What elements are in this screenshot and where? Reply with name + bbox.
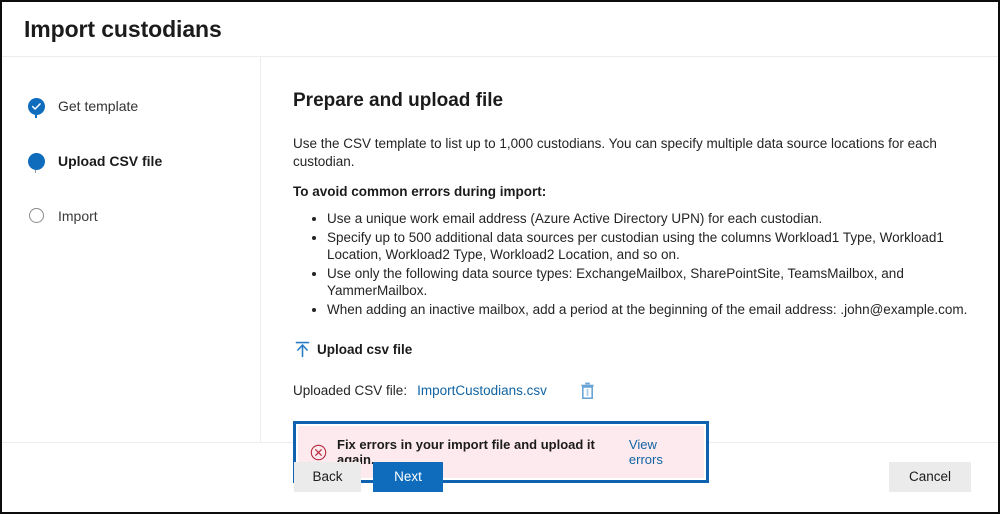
list-item: Use only the following data source types… (327, 265, 968, 300)
step-label-get-template: Get template (58, 98, 139, 114)
stepper: Get template Upload CSV file Import (2, 97, 260, 229)
step-upload-csv-file[interactable]: Upload CSV file (27, 152, 260, 207)
check-circle-icon (27, 98, 45, 115)
list-item: Specify up to 500 additional data source… (327, 229, 968, 264)
footer-left-actions: Back Next (294, 461, 443, 492)
step-marker-upcoming (27, 207, 45, 223)
page-title: Import custodians (24, 15, 222, 42)
upload-csv-file-label: Upload csv file (317, 342, 413, 357)
step-connector (35, 170, 36, 173)
step-marker-current (27, 152, 45, 173)
empty-circle-icon (28, 208, 44, 223)
back-button[interactable]: Back (294, 461, 361, 492)
trash-icon[interactable] (580, 382, 595, 399)
uploaded-file-row: Uploaded CSV file: ImportCustodians.csv (293, 382, 968, 399)
step-label-import: Import (58, 208, 98, 224)
main-content: Prepare and upload file Use the CSV temp… (261, 57, 998, 483)
intro-paragraph: Use the CSV template to list up to 1,000… (293, 136, 937, 169)
step-connector (35, 115, 37, 118)
uploaded-file-label: Uploaded CSV file: (293, 383, 408, 398)
wizard-sidebar: Get template Upload CSV file Import (2, 57, 261, 442)
step-marker-completed (27, 97, 45, 118)
tips-list: Use a unique work email address (Azure A… (293, 210, 968, 318)
upload-csv-file-button[interactable]: Upload csv file (293, 340, 412, 359)
list-item: Use a unique work email address (Azure A… (327, 210, 968, 228)
next-button[interactable]: Next (373, 461, 443, 492)
uploaded-file-link[interactable]: ImportCustodians.csv (417, 383, 547, 398)
filled-circle-icon (27, 153, 45, 170)
step-label-upload-csv-file: Upload CSV file (58, 153, 163, 169)
window-header: Import custodians (2, 2, 998, 57)
body-area: Get template Upload CSV file Import Prep… (2, 57, 998, 483)
view-errors-link[interactable]: View errors (629, 437, 692, 467)
list-item: When adding an inactive mailbox, add a p… (327, 301, 968, 319)
step-import[interactable]: Import (27, 207, 260, 229)
footer-right-actions: Cancel (889, 461, 971, 492)
error-circle-x-icon (310, 444, 327, 460)
content-title: Prepare and upload file (293, 90, 504, 111)
step-get-template[interactable]: Get template (27, 97, 260, 152)
import-custodians-window: Import custodians Get template Upload CS… (0, 0, 1000, 514)
tips-subheading: To avoid common errors during import: (293, 184, 547, 199)
upload-arrow-icon (295, 341, 310, 358)
cancel-button[interactable]: Cancel (889, 461, 971, 492)
